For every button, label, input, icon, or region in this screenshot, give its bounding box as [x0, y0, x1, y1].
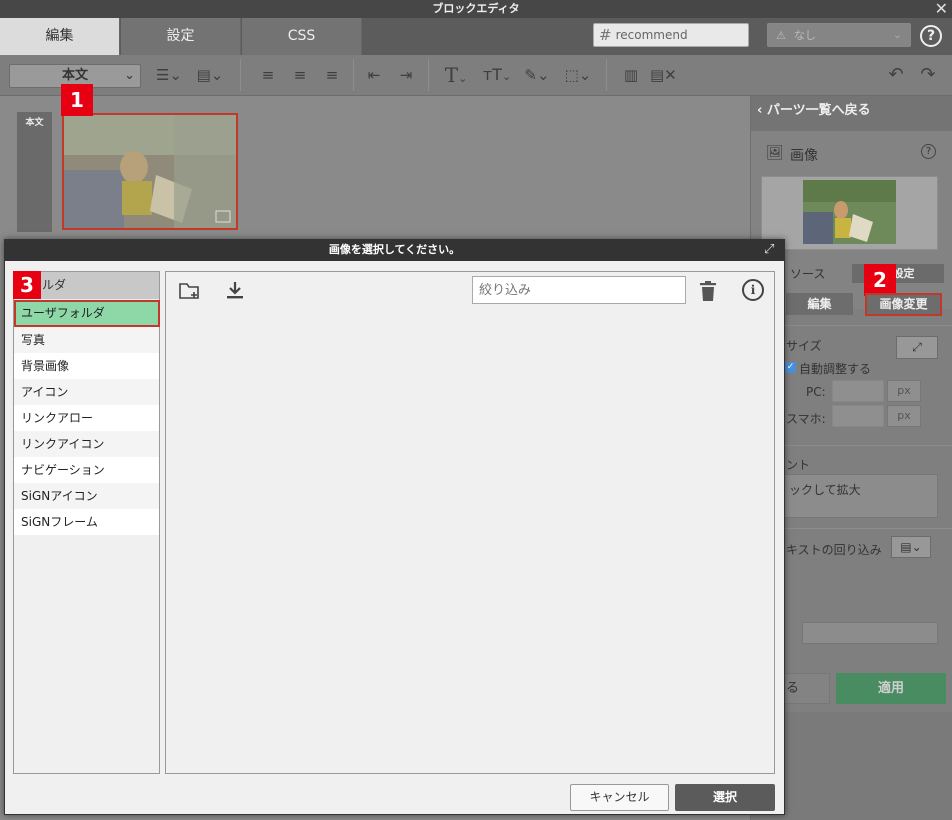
back-to-parts-link[interactable]: ‹ パーツ一覧へ戻る: [751, 96, 952, 131]
folder-item-user[interactable]: ユーザフォルダ: [14, 300, 160, 327]
pc-size-input[interactable]: [832, 380, 884, 402]
tab-settings[interactable]: 設定: [121, 18, 241, 55]
block-format-icon[interactable]: ▤⌄: [192, 63, 228, 87]
align-left-icon[interactable]: ≡: [256, 63, 280, 87]
indent-icon[interactable]: ⇥: [394, 63, 418, 87]
list-icon[interactable]: ☰⌄: [152, 63, 186, 87]
divider: [785, 528, 952, 529]
toolbar-divider: [606, 59, 607, 91]
help-icon[interactable]: ?: [920, 25, 942, 47]
tab-edit[interactable]: 編集: [0, 18, 120, 55]
folder-item[interactable]: アイコン: [14, 379, 159, 405]
class-select-value: なし: [793, 29, 816, 42]
undo-icon[interactable]: ↶: [884, 63, 908, 87]
redo-icon[interactable]: ↷: [916, 63, 940, 87]
toolbar-divider: [353, 59, 354, 91]
align-right-icon[interactable]: ≡: [320, 63, 344, 87]
caption-input[interactable]: ックして拡大: [782, 474, 938, 518]
class-select[interactable]: ⚠ なし ⌄: [767, 23, 911, 47]
size-label: サイズ: [786, 339, 822, 353]
help-icon[interactable]: ?: [921, 144, 936, 159]
folder-item[interactable]: リンクアイコン: [14, 431, 159, 457]
toolbar-divider: [428, 59, 429, 91]
auto-adjust-label: 自動調整する: [799, 362, 872, 376]
divider: [785, 445, 952, 446]
text-frame-icon[interactable]: ⬚⌄: [560, 63, 596, 87]
folder-item[interactable]: SiGNアイコン: [14, 483, 159, 509]
image-block[interactable]: [62, 113, 238, 230]
caption-label: ント: [786, 458, 811, 472]
new-folder-icon[interactable]: [178, 280, 202, 302]
id-value: recommend: [615, 28, 688, 42]
column-icon[interactable]: ▥: [618, 63, 644, 87]
phone-unit-select[interactable]: px: [887, 405, 921, 427]
step-badge-3: 3: [13, 271, 41, 299]
change-image-button[interactable]: 画像変更: [865, 293, 942, 316]
text-style-icon[interactable]: ᴛT⌄: [478, 63, 516, 87]
info-icon[interactable]: i: [742, 279, 764, 301]
extra-input[interactable]: [802, 622, 938, 644]
folder-item[interactable]: SiGNフレーム: [14, 509, 159, 535]
resize-icon[interactable]: ⤢: [896, 336, 938, 359]
expand-icon[interactable]: ⤢: [764, 243, 774, 257]
image-icon: 🖼: [766, 145, 784, 161]
download-icon[interactable]: [224, 279, 246, 301]
pc-unit-select[interactable]: px: [887, 380, 921, 402]
close-icon[interactable]: ✕: [935, 0, 948, 18]
block-style-value: 本文: [61, 68, 88, 83]
pc-size-label: PC:: [806, 385, 826, 399]
trash-icon[interactable]: [698, 280, 718, 302]
body-block-label: 本文: [25, 118, 44, 128]
align-center-icon[interactable]: ≡: [288, 63, 312, 87]
file-panel: [165, 271, 775, 774]
source-tab[interactable]: ソース: [790, 265, 825, 282]
phone-size-input[interactable]: [832, 405, 884, 427]
class-icon: ⚠: [776, 28, 786, 42]
toolbar-divider: [240, 59, 241, 91]
hash-icon: #: [599, 26, 612, 44]
folder-item[interactable]: リンクアロー: [14, 405, 159, 431]
format-toolbar: 本文 ⌄ ☰⌄ ▤⌄ ≡ ≡ ≡ ⇤ ⇥ T⌄ ᴛT⌄ ✎⌄ ⬚⌄ ▥ ▤✕ ↶…: [0, 55, 952, 96]
auto-adjust-checkbox[interactable]: ✓: [785, 362, 796, 373]
folder-item[interactable]: 写真: [14, 327, 159, 353]
cancel-button[interactable]: キャンセル: [570, 784, 669, 811]
editor-header: 編集 設定 CSS # recommend ⚠ なし ⌄ ?: [0, 18, 952, 55]
chevron-left-icon: ‹: [757, 103, 767, 118]
back-label: パーツ一覧へ戻る: [766, 103, 871, 118]
outdent-icon[interactable]: ⇤: [362, 63, 386, 87]
folder-item[interactable]: 背景画像: [14, 353, 159, 379]
chevron-down-icon: ⌄: [892, 28, 902, 41]
step-badge-1: 1: [61, 84, 93, 116]
tab-css[interactable]: CSS: [242, 18, 362, 55]
divider: [785, 325, 952, 326]
image-preview: [803, 180, 896, 244]
body-block[interactable]: [17, 112, 52, 232]
font-size-icon[interactable]: T⌄: [438, 63, 474, 87]
select-button[interactable]: 選択: [675, 784, 775, 811]
wrap-label: キストの回り込み: [786, 543, 882, 557]
image-thumbnail: [64, 115, 236, 228]
id-input[interactable]: # recommend: [593, 23, 749, 47]
clear-format-icon[interactable]: ▤✕: [650, 63, 677, 87]
filter-input[interactable]: [472, 276, 686, 304]
part-title: 画像: [790, 148, 818, 164]
text-wrap-select[interactable]: ▤⌄: [891, 536, 931, 558]
dialog-title: 画像を選択してください。: [4, 239, 785, 261]
folder-item[interactable]: ナビゲーション: [14, 457, 159, 483]
apply-button[interactable]: 適用: [836, 673, 946, 704]
window-title: ブロックエディタ: [0, 0, 952, 18]
phone-size-label: スマホ:: [786, 412, 826, 426]
edit-image-button[interactable]: 編集: [786, 293, 853, 315]
chevron-down-icon: ⌄: [124, 68, 135, 83]
step-badge-2: 2: [864, 264, 896, 296]
color-picker-icon[interactable]: ✎⌄: [520, 63, 554, 87]
